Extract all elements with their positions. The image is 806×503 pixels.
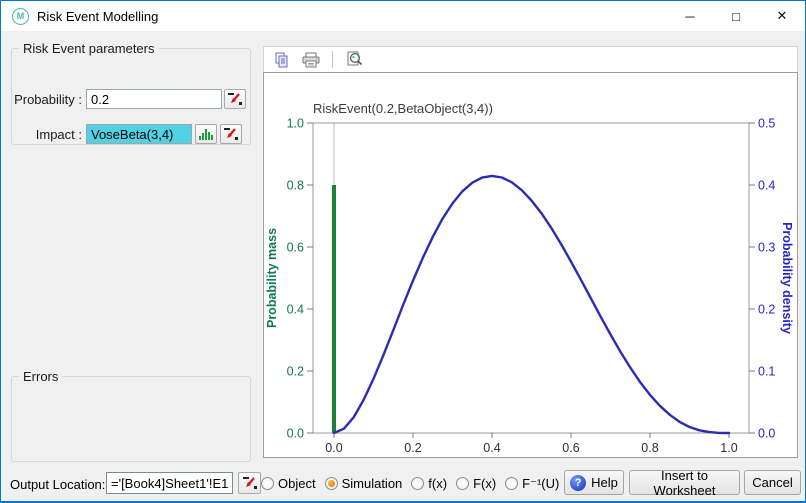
titlebar: M Risk Event Modelling ─ □ ✕: [1, 1, 805, 31]
impact-input[interactable]: [86, 124, 192, 144]
cancel-button[interactable]: Cancel: [744, 470, 801, 495]
copy-icon: [275, 52, 288, 67]
help-question-icon: ?: [570, 474, 587, 491]
svg-text:0.5: 0.5: [758, 117, 775, 131]
svg-text:0.0: 0.0: [287, 427, 304, 441]
print-icon: [302, 52, 320, 67]
close-button[interactable]: ✕: [759, 1, 805, 31]
svg-text:0.0: 0.0: [325, 441, 342, 455]
zoom-preview-button[interactable]: [344, 50, 364, 70]
svg-text:Probability mass: Probability mass: [265, 228, 279, 328]
output-location-input[interactable]: [106, 472, 233, 494]
cell-picker-icon: [228, 93, 242, 105]
radio-capital-fx[interactable]: F(x): [456, 476, 496, 491]
svg-text:0.1: 0.1: [758, 365, 775, 379]
svg-text:0.6: 0.6: [562, 441, 579, 455]
histogram-icon: [199, 129, 213, 140]
insert-to-worksheet-button[interactable]: Insert to Worksheet: [629, 468, 740, 498]
radio-fx[interactable]: f(x): [411, 476, 447, 491]
impact-distribution-button[interactable]: [195, 124, 217, 144]
chart-toolbar: [263, 46, 798, 73]
svg-text:0.0: 0.0: [758, 427, 775, 441]
svg-text:0.4: 0.4: [483, 441, 500, 455]
window-controls: ─ □ ✕: [667, 1, 805, 31]
output-location-label: Output Location:: [10, 477, 106, 492]
parameters-group-title: Risk Event parameters: [23, 41, 155, 56]
radio-f-inverse-u[interactable]: F⁻¹(U): [505, 476, 559, 492]
svg-text:1.0: 1.0: [720, 441, 737, 455]
svg-text:RiskEvent(0.2,BetaObject(3,4)): RiskEvent(0.2,BetaObject(3,4)): [313, 101, 493, 116]
modelrisk-logo-icon: M: [12, 7, 29, 25]
svg-text:0.8: 0.8: [641, 441, 658, 455]
radio-circle-icon: [324, 477, 338, 490]
minimize-button[interactable]: ─: [667, 1, 713, 31]
svg-text:0.4: 0.4: [758, 179, 775, 193]
output-cell-picker-button[interactable]: [238, 472, 261, 494]
svg-text:Probability density: Probability density: [780, 222, 794, 334]
errors-group: Errors: [11, 369, 251, 462]
risk-event-chart: 0.0 0.2 0.4 0.6 0.8 1.0 0.0 0.1 0.2 0.3 0.4 0.5 0.0 0…: [265, 101, 794, 455]
radio-circle-icon: [456, 477, 470, 490]
cell-picker-icon: [224, 128, 238, 140]
chart-panel: 0.0 0.2 0.4 0.6 0.8 1.0 0.0 0.1 0.2 0.3 0.4 0.5 0.0 0…: [263, 72, 798, 458]
risk-event-modelling-dialog: M Risk Event Modelling ─ □ ✕ Risk Event …: [0, 0, 806, 503]
probability-input[interactable]: [86, 89, 222, 109]
errors-group-title: Errors: [23, 369, 59, 384]
impact-label: Impact :: [35, 127, 82, 142]
zoom-preview-icon: [347, 51, 362, 66]
window-title: Risk Event Modelling: [37, 8, 159, 24]
help-button[interactable]: ? Help: [564, 470, 624, 495]
impact-cell-picker-button[interactable]: [220, 124, 242, 144]
cell-picker-icon: [242, 477, 257, 489]
radio-circle-icon: [411, 477, 425, 490]
svg-text:1.0: 1.0: [287, 117, 304, 131]
toolbar-separator: [332, 51, 333, 68]
radio-simulation[interactable]: Simulation: [324, 476, 402, 491]
probability-cell-picker-button[interactable]: [224, 89, 246, 109]
svg-text:0.4: 0.4: [287, 303, 304, 317]
svg-text:0.2: 0.2: [404, 441, 421, 455]
risk-event-parameters-group: Risk Event parameters Probability : Impa…: [11, 41, 251, 145]
svg-text:0.8: 0.8: [287, 179, 304, 193]
copy-button[interactable]: [272, 50, 292, 70]
print-button[interactable]: [301, 50, 321, 70]
probability-label: Probability :: [14, 92, 82, 107]
svg-text:0.2: 0.2: [758, 303, 775, 317]
output-type-radio-group: Object Simulation f(x) F(x) F⁻¹(U): [261, 471, 559, 496]
svg-text:0.3: 0.3: [758, 241, 775, 255]
radio-object[interactable]: Object: [261, 476, 316, 491]
maximize-button[interactable]: □: [713, 1, 759, 31]
radio-circle-icon: [505, 477, 519, 490]
svg-text:0.6: 0.6: [287, 241, 304, 255]
radio-circle-icon: [261, 477, 274, 490]
svg-text:0.2: 0.2: [287, 365, 304, 379]
